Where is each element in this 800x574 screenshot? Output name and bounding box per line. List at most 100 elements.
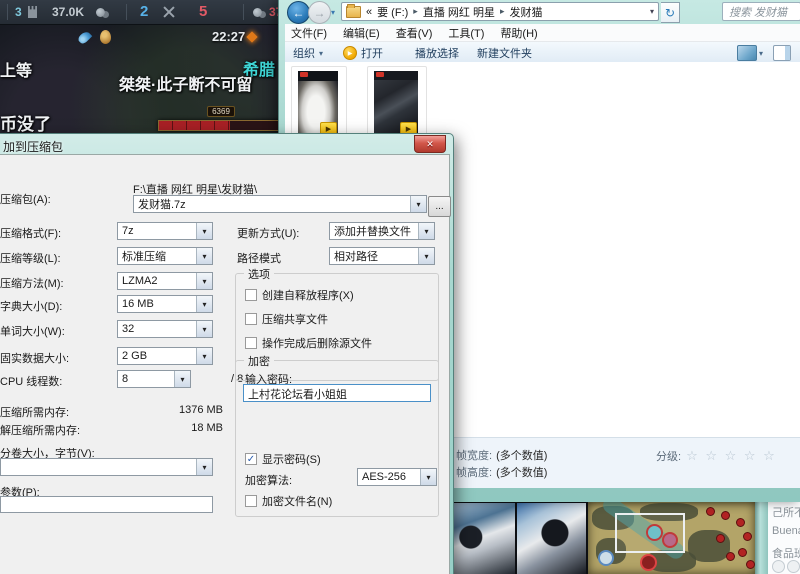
breadcrumb-segment[interactable]: 直播 网红 明星: [423, 4, 495, 20]
search-box[interactable]: 搜索 发财猫: [722, 2, 800, 21]
archive-name-combo[interactable]: 发财猫.7z▾: [133, 195, 427, 213]
memory-decompress-label: 解压缩所需内存:: [0, 422, 80, 438]
open-button[interactable]: ▶ 打开: [343, 45, 383, 61]
coins-icon: [96, 8, 105, 17]
chevron-down-icon: ▾: [174, 371, 190, 387]
checkbox-sfx[interactable]: 创建自释放程序(X): [245, 287, 354, 303]
divider: [126, 4, 127, 20]
video-thumbnail: ▶: [374, 71, 418, 137]
checkbox-icon: [245, 495, 257, 507]
rating-stars[interactable]: ☆ ☆ ☆ ☆ ☆: [686, 448, 777, 463]
divider: [243, 4, 244, 20]
chevron-down-icon: ▾: [196, 321, 212, 337]
minimap-champion-icon: [662, 532, 678, 548]
dialog-client-area: 压缩包(A): F:\直播 网红 明星\发财猫\ 发财猫.7z▾ ... 压缩格…: [0, 154, 450, 574]
overlay-text-center: 桀桀·此子断不可留: [119, 71, 252, 95]
checkbox-icon: [245, 337, 257, 349]
breadcrumb-segment[interactable]: 要 (F:): [377, 4, 408, 20]
forward-button[interactable]: →: [308, 1, 331, 24]
dictionary-label: 字典大小(D):: [0, 298, 62, 314]
chat-window: 己所不欲 Buenas 食品班的: [768, 502, 800, 574]
overlay-text-left-top: 上等: [0, 57, 32, 81]
media-play-icon: ▶: [343, 46, 357, 60]
health-value: 6369: [207, 106, 235, 117]
minimap-champion-icon: [640, 554, 657, 571]
breadcrumb-collapsed[interactable]: «: [366, 6, 372, 18]
path-mode-label: 路径模式: [237, 250, 281, 266]
video-file-item[interactable]: ▶: [367, 66, 427, 142]
chat-emote-icon: [787, 560, 800, 573]
breadcrumb-segment[interactable]: 发财猫: [509, 4, 542, 20]
menu-help[interactable]: 帮助(H): [500, 25, 537, 41]
address-bar[interactable]: « 要 (F:) ▸ 直播 网红 明星 ▸ 发财猫 ▾: [341, 2, 659, 21]
towers-count: 3: [15, 0, 22, 24]
solid-block-combo[interactable]: 2 GB▾: [117, 347, 213, 365]
breadcrumb-separator-icon: ▸: [500, 6, 505, 17]
game-timer: 22:27: [212, 29, 245, 44]
menu-edit[interactable]: 编辑(E): [343, 25, 380, 41]
minimap-champion-icon: [646, 524, 663, 541]
volume-size-combo[interactable]: ▾: [0, 458, 213, 476]
level-combo[interactable]: 标准压缩▾: [117, 247, 213, 265]
encryption-method-combo[interactable]: AES-256▾: [357, 468, 437, 486]
dictionary-combo[interactable]: 16 MB▾: [117, 295, 213, 313]
recording-badge-icon: [376, 72, 384, 77]
address-dropdown-icon[interactable]: ▾: [650, 7, 654, 16]
preview-pane-button[interactable]: [773, 45, 791, 61]
recording-badge-icon: [300, 72, 308, 77]
game-minimap: [588, 502, 755, 574]
chevron-down-icon: ▾: [319, 49, 323, 58]
chevron-down-icon: ▾: [196, 348, 212, 364]
stream-window-border: [755, 502, 768, 574]
webcam-player-2: [517, 503, 586, 574]
menu-bar: 文件(F) 编辑(E) 查看(V) 工具(T) 帮助(H): [285, 24, 800, 42]
video-file-item[interactable]: ▶: [291, 66, 347, 142]
checkbox-shared-files[interactable]: 压缩共享文件: [245, 311, 328, 327]
menu-tools[interactable]: 工具(T): [448, 25, 484, 41]
chevron-down-icon[interactable]: ▾: [759, 49, 763, 58]
chevron-down-icon: ▾: [196, 248, 212, 264]
detail-frame-height: 帧高度:(多个数值): [456, 464, 547, 480]
format-combo[interactable]: 7z▾: [117, 222, 213, 240]
memory-decompress-value: 18 MB: [117, 422, 223, 434]
coins-icon: [253, 8, 262, 17]
red-kills: 5: [199, 0, 207, 24]
parameters-input[interactable]: [0, 496, 213, 513]
refresh-button[interactable]: ↻: [661, 2, 680, 23]
cpu-threads-label: CPU 线程数:: [0, 373, 62, 389]
chevron-down-icon: ▾: [196, 223, 212, 239]
update-mode-combo[interactable]: 添加并替换文件▾: [329, 222, 435, 240]
health-bar-fill: [159, 121, 230, 130]
menu-file[interactable]: 文件(F): [291, 25, 327, 41]
password-input[interactable]: 上村花论坛看小姐姐: [243, 384, 431, 402]
chevron-down-icon: ▾: [196, 296, 212, 312]
dialog-title: 加到压缩包: [3, 138, 63, 155]
path-mode-combo[interactable]: 相对路径▾: [329, 247, 435, 265]
back-button[interactable]: ←: [287, 1, 310, 24]
new-folder-button[interactable]: 新建文件夹: [477, 45, 532, 61]
blue-flame-icon: [77, 30, 93, 46]
checkbox-encrypt-filenames[interactable]: 加密文件名(N): [245, 493, 332, 509]
close-button[interactable]: ✕: [414, 135, 446, 153]
checkbox-icon: [245, 313, 257, 325]
menu-view[interactable]: 查看(V): [396, 25, 433, 41]
detail-frame-width: 帧宽度:(多个数值): [456, 447, 547, 463]
method-combo[interactable]: LZMA2▾: [117, 272, 213, 290]
word-size-combo[interactable]: 32▾: [117, 320, 213, 338]
checkbox-show-password[interactable]: ✓显示密码(S): [245, 451, 321, 467]
checkbox-delete-after[interactable]: 操作完成后删除源文件: [245, 335, 372, 351]
back-arrow-icon: ←: [293, 6, 305, 20]
explorer-address-row: ← → ▾ « 要 (F:) ▸ 直播 网红 明星 ▸ 发财猫 ▾ ↻ 搜索 发…: [285, 0, 800, 24]
play-selection-button[interactable]: 播放选择: [415, 45, 459, 61]
archive-label: 压缩包(A):: [0, 191, 51, 207]
cpu-threads-combo[interactable]: 8▾: [117, 370, 191, 388]
seed-icon: [100, 30, 111, 44]
browse-button[interactable]: ...: [428, 196, 451, 217]
rating-row: 分级:☆ ☆ ☆ ☆ ☆: [656, 448, 777, 464]
recent-pages-dropdown[interactable]: ▾: [331, 8, 335, 17]
refresh-icon: ↻: [665, 6, 675, 20]
change-view-button[interactable]: [737, 45, 757, 61]
organize-button[interactable]: 组织 ▾: [293, 45, 323, 61]
update-mode-label: 更新方式(U):: [237, 225, 299, 241]
chat-message: 己所不欲: [772, 504, 800, 520]
